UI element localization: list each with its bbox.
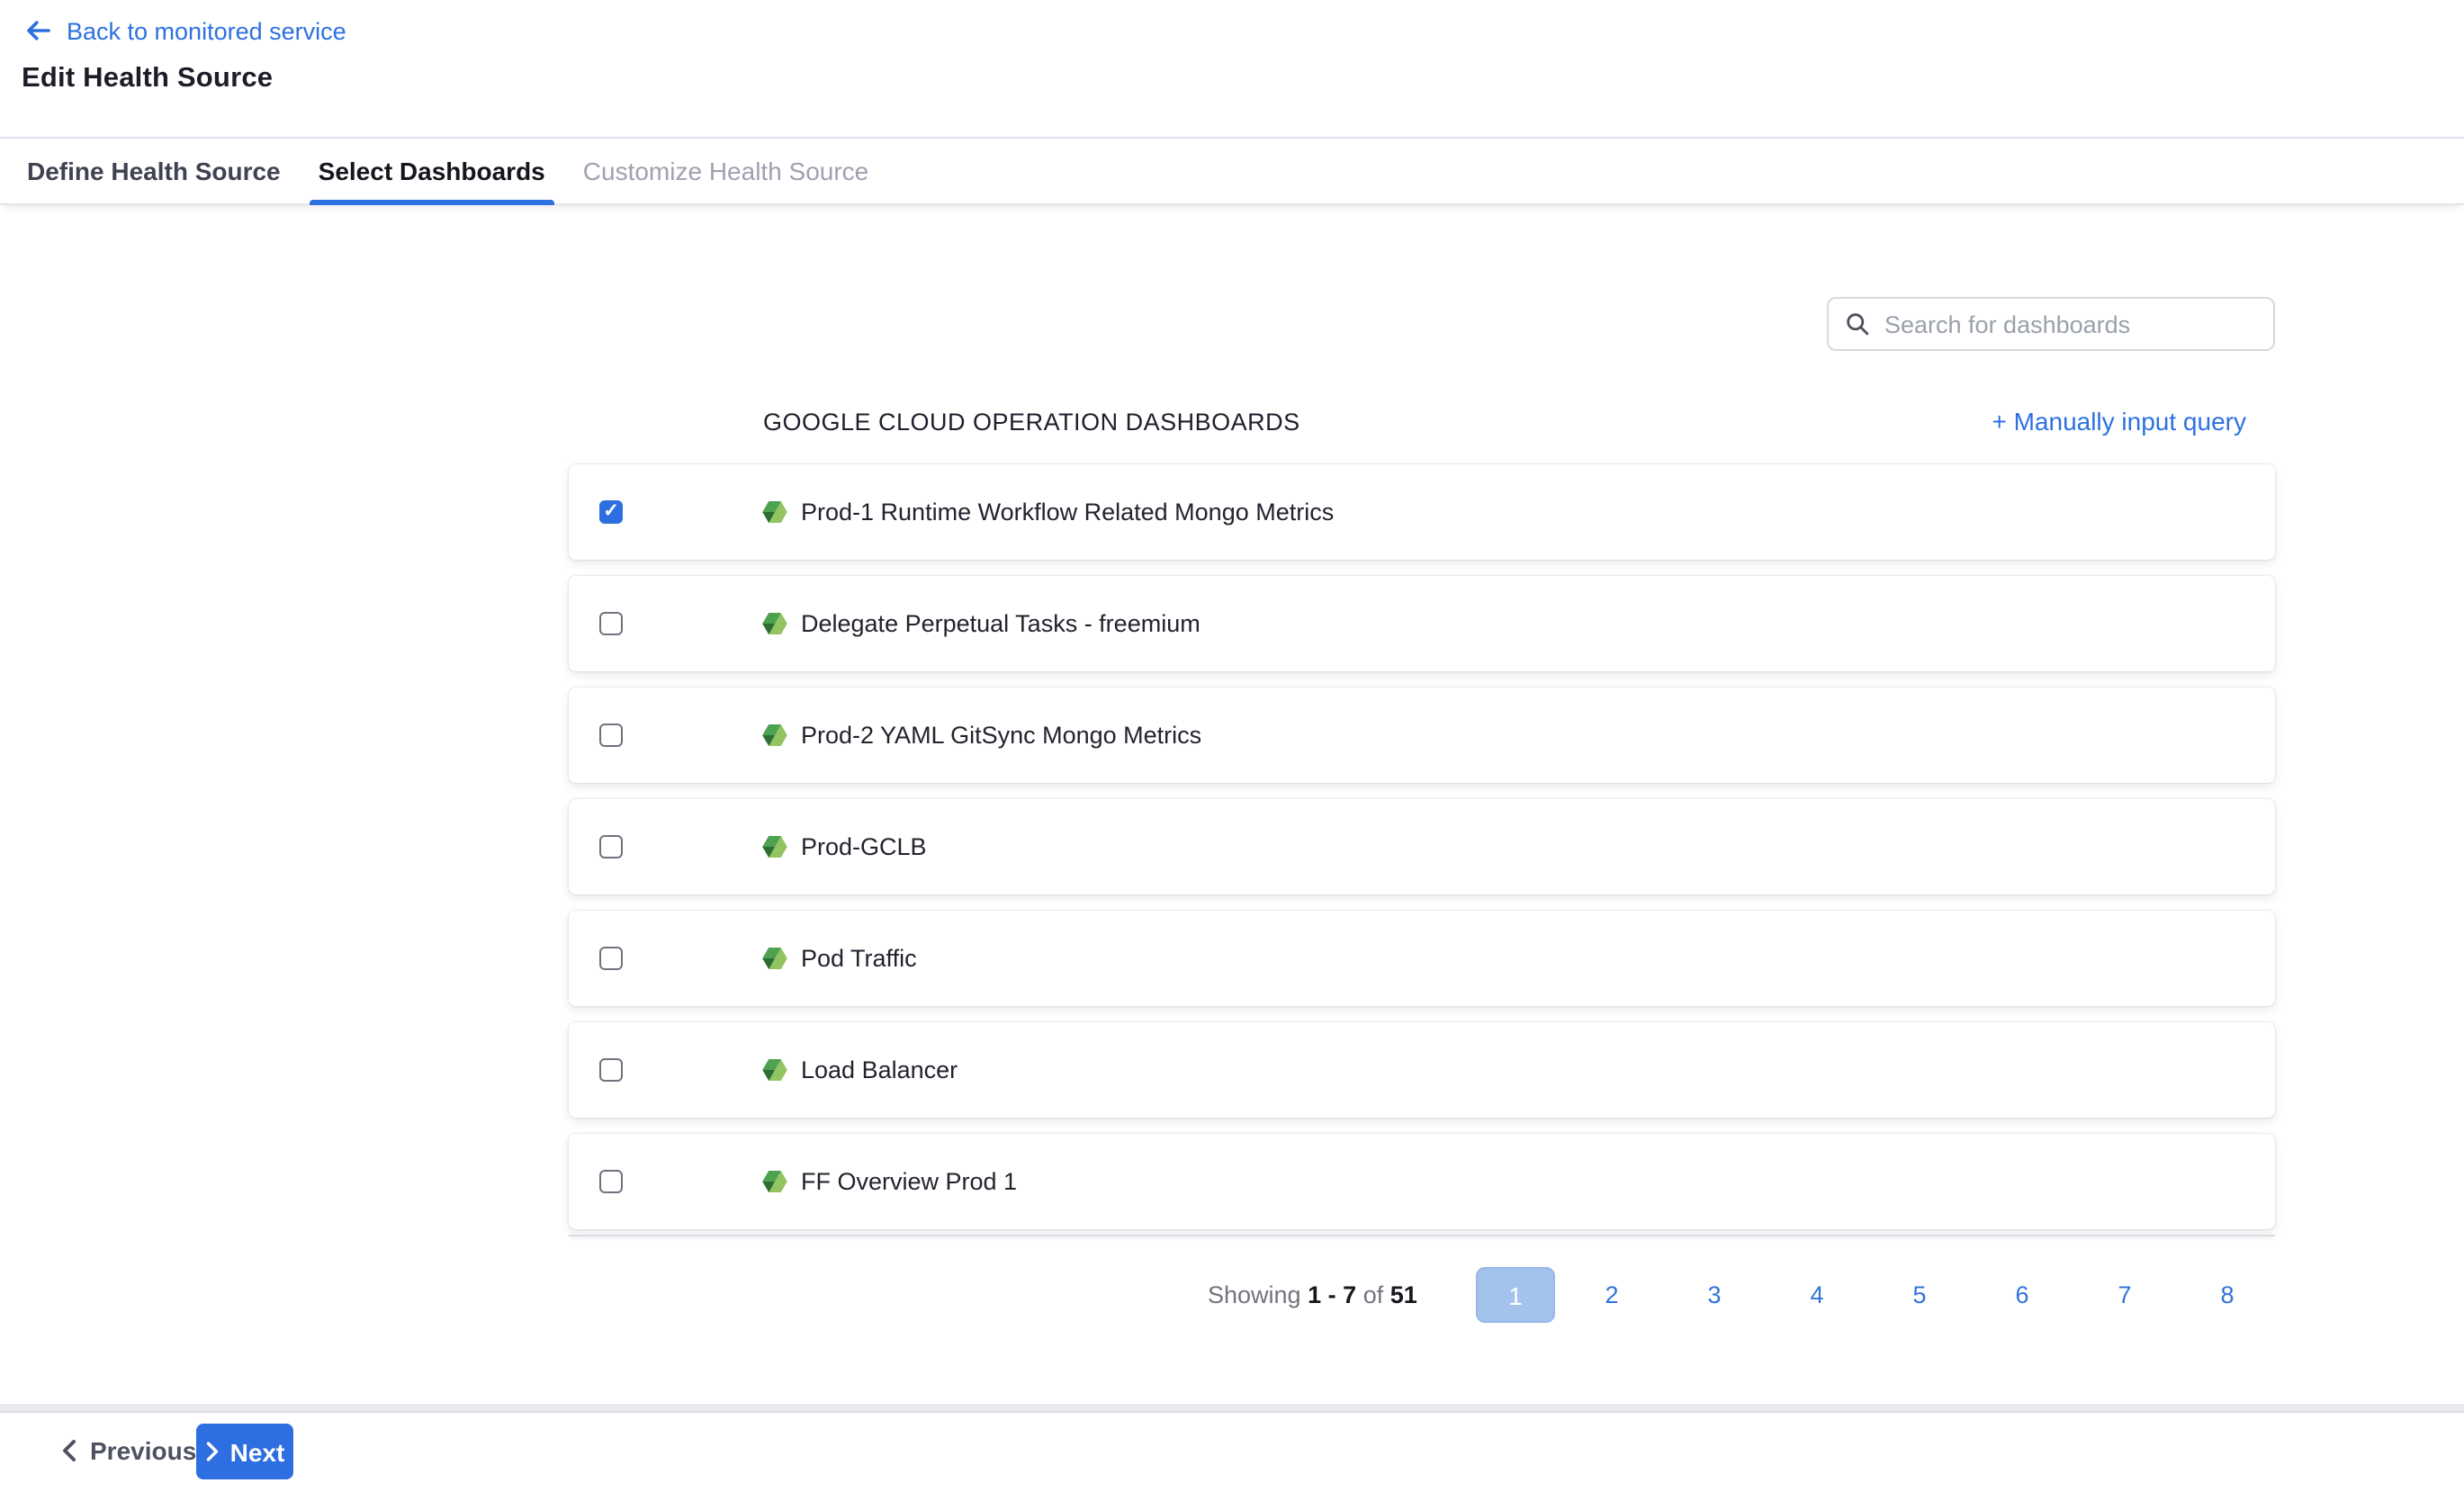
- back-to-monitored-service-link[interactable]: Back to monitored service: [23, 16, 346, 45]
- dashboard-name: Load Balancer: [801, 1056, 958, 1083]
- dashboard-name: Prod-GCLB: [801, 833, 927, 860]
- search-icon: [1845, 311, 1870, 337]
- dashboard-name: Prod-2 YAML GitSync Mongo Metrics: [801, 722, 1201, 749]
- showing-of: of: [1363, 1281, 1384, 1308]
- pagination-pages: 1 2 3 4 5 6 7 8: [1476, 1267, 2279, 1323]
- row-checkbox[interactable]: [599, 612, 623, 635]
- page-button[interactable]: 6: [1971, 1267, 2073, 1323]
- page-title: Edit Health Source: [22, 63, 273, 95]
- page-button[interactable]: 2: [1560, 1267, 1663, 1323]
- dashboard-name: FF Overview Prod 1: [801, 1168, 1017, 1195]
- manually-input-query-link[interactable]: + Manually input query: [1992, 407, 2246, 436]
- page-button[interactable]: 3: [1663, 1267, 1766, 1323]
- dashboard-row[interactable]: FF Overview Prod 1: [569, 1134, 2275, 1229]
- table-bottom-divider: [569, 1235, 2275, 1236]
- page-button[interactable]: 4: [1766, 1267, 1868, 1323]
- next-label: Next: [230, 1437, 285, 1466]
- green-hexagon-dashboard-icon: [761, 610, 788, 637]
- dashboard-row[interactable]: Prod-1 Runtime Workflow Related Mongo Me…: [569, 464, 2275, 560]
- search-input[interactable]: [1884, 299, 2273, 349]
- chevron-right-icon: [205, 1442, 220, 1461]
- dashboard-row[interactable]: Prod-2 YAML GitSync Mongo Metrics: [569, 688, 2275, 783]
- dashboard-row[interactable]: Load Balancer: [569, 1022, 2275, 1118]
- page-button[interactable]: 5: [1868, 1267, 1971, 1323]
- row-checkbox[interactable]: [599, 1058, 623, 1082]
- wizard-tabbar: Define Health Source Select Dashboards C…: [0, 137, 2464, 205]
- back-arrow-icon: [23, 16, 52, 45]
- dashboard-row[interactable]: Delegate Perpetual Tasks - freemium: [569, 576, 2275, 671]
- footer-bar: Previous Next: [0, 1411, 2464, 1492]
- dashboard-search-box: [1827, 297, 2275, 351]
- green-hexagon-dashboard-icon: [761, 499, 788, 526]
- row-checkbox[interactable]: [599, 1170, 623, 1193]
- back-link-label: Back to monitored service: [67, 17, 346, 44]
- dashboard-name: Prod-1 Runtime Workflow Related Mongo Me…: [801, 499, 1334, 526]
- green-hexagon-dashboard-icon: [761, 1056, 788, 1083]
- tab-select-dashboards[interactable]: Select Dashboards: [315, 139, 549, 203]
- dashboard-name: Delegate Perpetual Tasks - freemium: [801, 610, 1201, 637]
- showing-prefix: Showing: [1208, 1281, 1301, 1308]
- green-hexagon-dashboard-icon: [761, 1168, 788, 1195]
- dashboard-row[interactable]: Pod Traffic: [569, 911, 2275, 1006]
- previous-button[interactable]: Previous: [61, 1436, 196, 1465]
- footer-shadow-band: [0, 1404, 2464, 1411]
- next-button[interactable]: Next: [196, 1424, 293, 1479]
- row-checkbox[interactable]: [599, 835, 623, 858]
- green-hexagon-dashboard-icon: [761, 722, 788, 749]
- edit-health-source-page: Back to monitored service Edit Health So…: [0, 0, 2464, 1492]
- green-hexagon-dashboard-icon: [761, 833, 788, 860]
- row-checkbox[interactable]: [599, 947, 623, 970]
- row-checkbox[interactable]: [599, 500, 623, 524]
- page-button[interactable]: 1: [1476, 1267, 1555, 1323]
- page-button[interactable]: 8: [2176, 1267, 2279, 1323]
- dashboard-group-header: GOOGLE CLOUD OPERATION DASHBOARDS: [763, 409, 1300, 436]
- chevron-left-icon: [61, 1440, 77, 1461]
- tab-customize-health-source[interactable]: Customize Health Source: [580, 139, 873, 203]
- previous-label: Previous: [90, 1436, 196, 1465]
- showing-total: 51: [1390, 1281, 1417, 1308]
- green-hexagon-dashboard-icon: [761, 945, 788, 972]
- dashboard-row[interactable]: Prod-GCLB: [569, 799, 2275, 894]
- pagination-summary: Showing 1 - 7 of 51: [1208, 1281, 1417, 1308]
- page-button[interactable]: 7: [2073, 1267, 2176, 1323]
- showing-range: 1 - 7: [1308, 1281, 1356, 1308]
- tab-define-health-source[interactable]: Define Health Source: [23, 139, 284, 203]
- row-checkbox[interactable]: [599, 724, 623, 747]
- dashboard-name: Pod Traffic: [801, 945, 917, 972]
